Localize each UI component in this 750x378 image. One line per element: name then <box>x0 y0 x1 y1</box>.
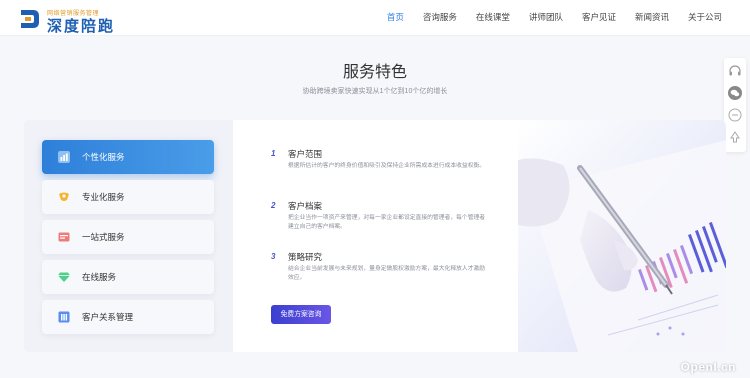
feature-description: 结合企业当前发展与未来规划，量身定做股权激励方案，最大化释放人才激励效应。 <box>288 266 486 281</box>
tab-label: 专业化服务 <box>82 192 125 202</box>
site-header: 网络营销服务管理 深度陪跑 首页 咨询服务 在线课堂 讲师团队 客户见证 新闻资… <box>0 0 750 36</box>
diamond-icon <box>58 272 70 282</box>
tab-label: 个性化服务 <box>82 152 125 162</box>
tab-personalized-service[interactable]: 个性化服务 <box>42 140 214 174</box>
watermark: OpenI.cn <box>680 360 736 374</box>
back-to-top-icon[interactable] <box>727 129 743 145</box>
nav-item-lecturers[interactable]: 讲师团队 <box>529 0 563 36</box>
nav-item-news[interactable]: 新闻资讯 <box>635 0 669 36</box>
tab-label: 客户关系管理 <box>82 312 134 322</box>
nav-item-consulting[interactable]: 咨询服务 <box>423 0 457 36</box>
tab-crm[interactable]: 客户关系管理 <box>42 300 214 334</box>
feature-title: 策略研究 <box>288 252 323 262</box>
section-title: 服务特色 <box>342 64 407 81</box>
feature-number: 1 <box>271 149 276 158</box>
message-icon[interactable] <box>727 107 743 123</box>
nav-item-home[interactable]: 首页 <box>387 0 404 36</box>
tab-label: 在线服务 <box>82 272 117 282</box>
nav-item-online-class[interactable]: 在线课堂 <box>476 0 510 36</box>
feature-number: 2 <box>271 201 276 210</box>
tab-professional-service[interactable]: 专业化服务 <box>42 180 214 214</box>
tab-label: 一站式服务 <box>82 232 125 242</box>
feature-description: 把企业当作一项资产来管理，对每一家企业都设定直接的管理者，每个管理者建立自己的客… <box>288 215 486 230</box>
brand-logo[interactable]: 网络营销服务管理 深度陪跑 <box>18 6 128 35</box>
nav-item-testimonials[interactable]: 客户见证 <box>582 0 616 36</box>
chart-icon <box>58 151 70 163</box>
free-consultation-button[interactable]: 免费方案咨询 <box>271 305 331 324</box>
badge-icon <box>59 192 69 201</box>
service-features-panel: 个性化服务 专业化服务 一站式服务 在线服务 客户关系管理 1 客户范围 根据所… <box>24 120 726 352</box>
feature-description: 根据所估计的客户的终身价值和吸引及保持企业所需成本进行成本收益权衡。 <box>288 163 486 169</box>
section-subtitle: 协助跨境卖家快速实现从1个亿到10个亿的增长 <box>302 88 448 95</box>
brand-name: 深度陪跑 <box>47 18 116 35</box>
tab-one-stop-service[interactable]: 一站式服务 <box>42 220 214 254</box>
building-icon <box>58 311 70 323</box>
feature-title: 客户档案 <box>288 201 323 211</box>
tab-online-service[interactable]: 在线服务 <box>42 260 214 294</box>
feature-title: 客户范围 <box>288 149 323 159</box>
hero-illustration <box>518 120 726 352</box>
feature-number: 3 <box>271 252 276 261</box>
service-detail-card: 1 客户范围 根据所估计的客户的终身价值和吸引及保持企业所需成本进行成本收益权衡… <box>233 120 726 352</box>
card-icon <box>58 232 70 242</box>
brand-logo-mark <box>21 10 39 28</box>
nav-item-about[interactable]: 关于公司 <box>688 0 722 36</box>
main-nav: 首页 咨询服务 在线课堂 讲师团队 客户见证 新闻资讯 关于公司 <box>368 0 722 36</box>
